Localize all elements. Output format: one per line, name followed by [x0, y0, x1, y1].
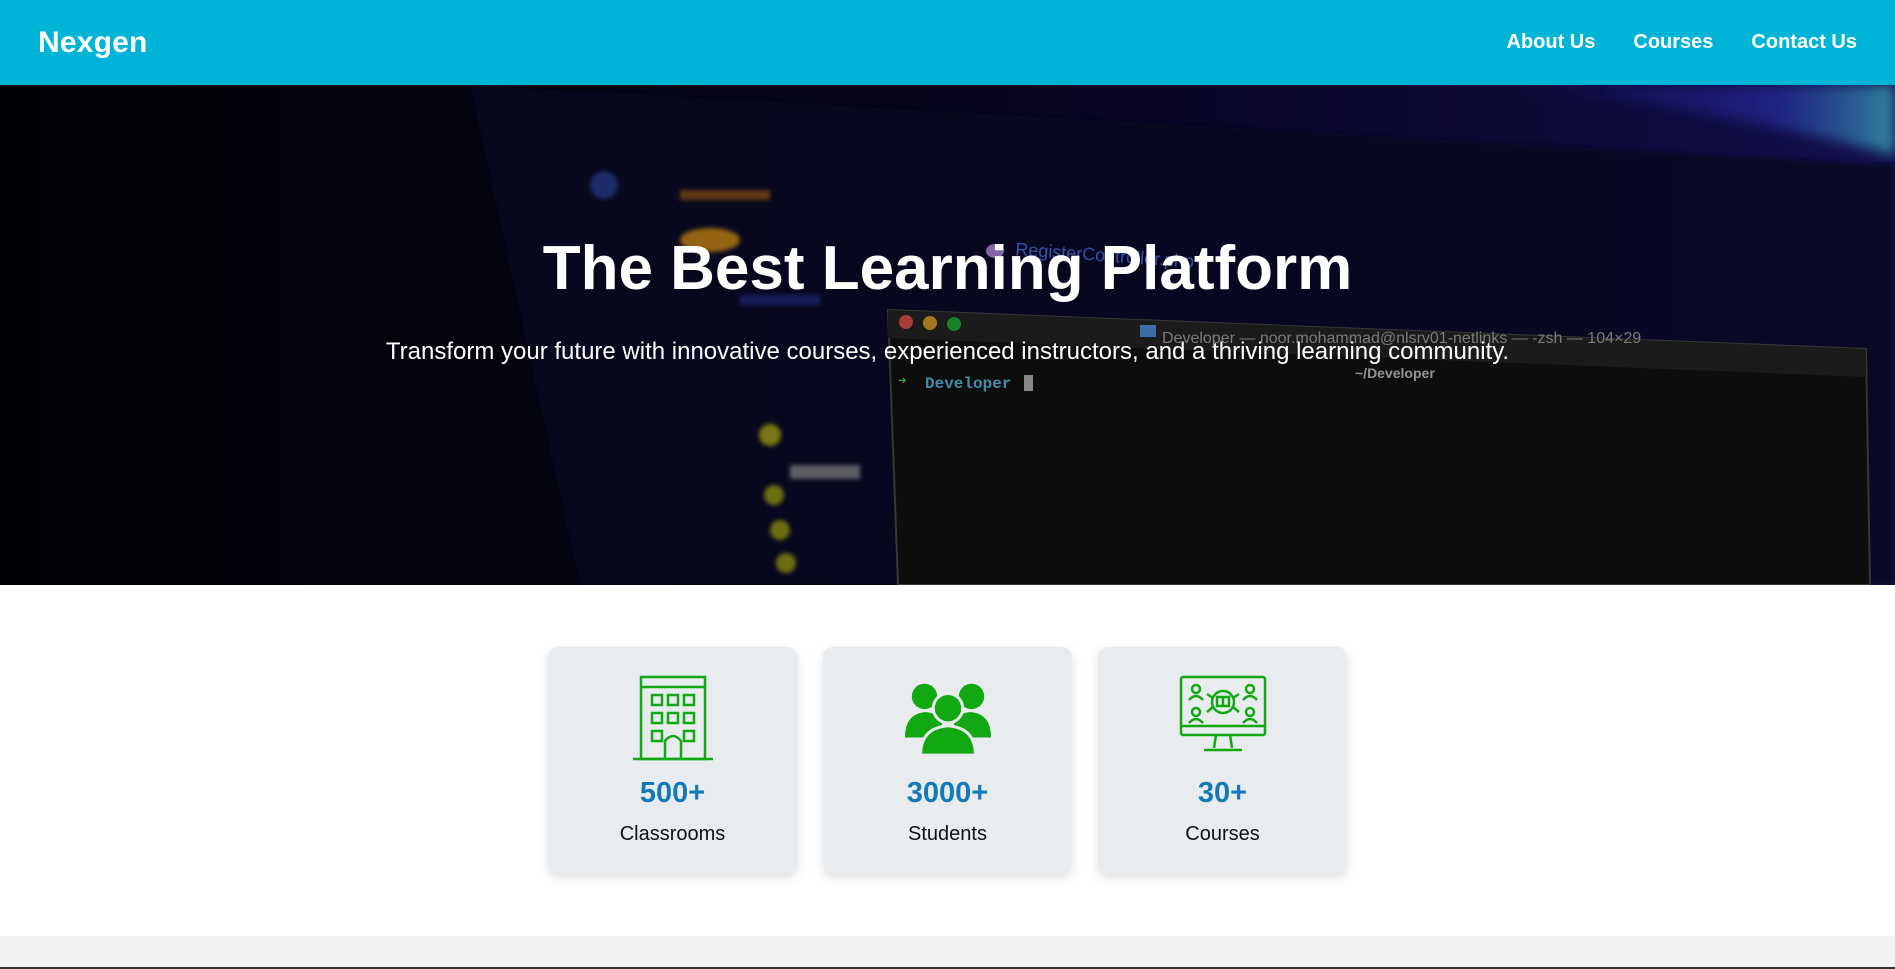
navbar: Nexgen About Us Courses Contact Us — [0, 0, 1895, 85]
brand-logo[interactable]: Nexgen — [38, 26, 148, 60]
stat-card-courses: 30+ Courses — [1098, 647, 1347, 874]
users-group-icon — [903, 671, 993, 761]
footer-strip — [0, 936, 1895, 969]
stat-label: Students — [908, 823, 987, 845]
stat-label: Classrooms — [619, 823, 726, 845]
nav-contact-us[interactable]: Contact Us — [1751, 31, 1857, 54]
nav-links: About Us Courses Contact Us — [1507, 31, 1858, 54]
stat-value: 500+ — [639, 777, 706, 809]
hero-section: Developer — noor.mohammad@nlsrv01-netlin… — [0, 85, 1895, 585]
stat-value: 3000+ — [906, 777, 989, 809]
stat-card-classrooms: 500+ Classrooms — [548, 647, 797, 874]
stat-label: Courses — [1185, 823, 1260, 845]
nav-about-us[interactable]: About Us — [1507, 31, 1596, 54]
stat-value: 30+ — [1197, 777, 1248, 809]
nav-courses[interactable]: Courses — [1633, 31, 1713, 54]
building-icon — [628, 671, 718, 761]
hero-content: The Best Learning Platform Transform you… — [0, 85, 1895, 585]
stats-section: 500+ Classrooms 3000+ Students 30+ Cours… — [0, 585, 1895, 936]
hero-subtitle: Transform your future with innovative co… — [385, 337, 1510, 365]
hero-title: The Best Learning Platform — [542, 233, 1353, 303]
online-class-monitor-icon — [1178, 671, 1268, 761]
stat-card-students: 3000+ Students — [823, 647, 1072, 874]
